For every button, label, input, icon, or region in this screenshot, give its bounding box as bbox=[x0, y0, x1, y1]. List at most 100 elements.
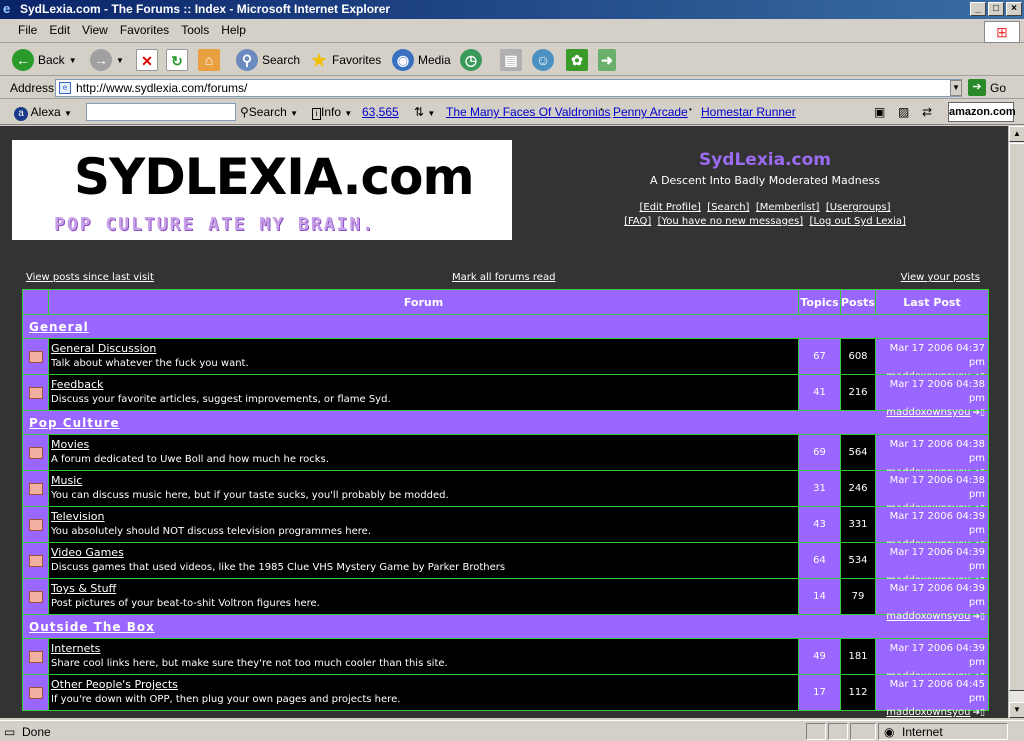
forum-row: Movies A forum dedicated to Uwe Boll and … bbox=[23, 434, 988, 478]
view-latest-post-icon[interactable]: ➔▯ bbox=[973, 706, 986, 718]
scroll-thumb[interactable] bbox=[1009, 143, 1024, 691]
forum-row: Feedback Discuss your favorite articles, … bbox=[23, 374, 988, 418]
folder-icon bbox=[28, 350, 43, 363]
link-penny-arcade[interactable]: Penny Arcade bbox=[613, 105, 688, 119]
view-latest-post-icon[interactable]: ➔▯ bbox=[973, 406, 986, 420]
messenger-button[interactable]: ☺ bbox=[532, 48, 554, 72]
address-dropdown-icon[interactable]: ▼ bbox=[950, 80, 962, 96]
view-posts-since-last-visit-link[interactable]: View posts since last visit bbox=[26, 272, 154, 283]
site-name: SydLexia.com bbox=[698, 150, 832, 170]
messages-link[interactable]: [You have no new messages] bbox=[658, 216, 804, 227]
last-post-user-link[interactable]: maddoxownsyou bbox=[886, 707, 970, 718]
refresh-button[interactable]: ↻ bbox=[166, 48, 188, 72]
last-post-user-link[interactable]: maddoxownsyou bbox=[886, 611, 970, 622]
category-link[interactable]: General bbox=[29, 320, 89, 334]
forum-title-link[interactable]: Feedback bbox=[51, 378, 103, 391]
view-your-posts-link[interactable]: View your posts bbox=[901, 272, 980, 283]
address-input[interactable]: e http://www.sydlexia.com/forums/ bbox=[55, 79, 962, 97]
forum-topics-count: 41 bbox=[799, 375, 841, 410]
back-button[interactable]: ← Back ▼ bbox=[12, 48, 77, 72]
search-link[interactable]: [Search] bbox=[707, 202, 749, 213]
tool-icon: ➜ bbox=[598, 49, 616, 71]
icq-button[interactable]: ✿ bbox=[566, 48, 588, 72]
header-forum: Forum bbox=[49, 290, 799, 314]
link-valdronius[interactable]: The Many Faces Of Valdronius bbox=[446, 105, 611, 119]
last-post-date: Mar 17 2006 04:38 pm bbox=[889, 379, 985, 404]
link-homestar-runner[interactable]: Homestar Runner bbox=[701, 105, 796, 119]
history-button[interactable]: ◷ bbox=[460, 48, 482, 72]
print-button[interactable]: ▤ bbox=[500, 48, 522, 72]
forum-title-link[interactable]: General Discussion bbox=[51, 342, 156, 355]
folder-icon bbox=[28, 590, 43, 603]
site-logo[interactable]: SYDLEXIA.com POP CULTURE ATE MY BRAIN. bbox=[12, 140, 512, 240]
forum-title-link[interactable]: Television bbox=[51, 510, 105, 523]
forum-row: General Discussion Talk about whatever th… bbox=[23, 338, 988, 382]
close-button[interactable]: × bbox=[1006, 2, 1022, 16]
back-dropdown-icon: ▼ bbox=[68, 55, 77, 65]
forum-title-link[interactable]: Video Games bbox=[51, 546, 124, 559]
ie-icon: e bbox=[3, 1, 11, 16]
related-links-icon[interactable]: ⇅ ▼ bbox=[414, 105, 435, 119]
home-button[interactable]: ⌂ bbox=[198, 48, 220, 72]
traffic-rank-link[interactable]: 63,565 bbox=[362, 105, 399, 119]
menu-help[interactable]: Help bbox=[215, 20, 252, 37]
vertical-scrollbar[interactable]: ▲ ▼ bbox=[1008, 126, 1024, 718]
alexa-info-button[interactable]: i Info ▼ bbox=[312, 105, 352, 120]
folder-icon bbox=[28, 554, 43, 567]
address-bar: Address e http://www.sydlexia.com/forums… bbox=[0, 77, 1024, 99]
alexa-search-button[interactable]: ⚲Search ▼ bbox=[240, 105, 298, 119]
minimize-button[interactable]: _ bbox=[970, 2, 986, 16]
home-icon: ⌂ bbox=[198, 49, 220, 71]
stop-button[interactable]: ✕ bbox=[136, 48, 158, 72]
forum-title-link[interactable]: Other People's Projects bbox=[51, 678, 178, 691]
forum-posts-count: 181 bbox=[841, 639, 876, 674]
menu-favorites[interactable]: Favorites bbox=[114, 20, 175, 37]
maximize-button[interactable]: □ bbox=[988, 2, 1004, 16]
media-button[interactable]: ◉ Media bbox=[392, 48, 451, 72]
last-post-user-link[interactable]: maddoxownsyou bbox=[886, 407, 970, 418]
menu-edit[interactable]: Edit bbox=[43, 20, 76, 37]
scroll-up-icon[interactable]: ▲ bbox=[1009, 126, 1024, 142]
category-row: Outside The Box bbox=[23, 614, 988, 638]
faq-link[interactable]: [FAQ] bbox=[624, 216, 651, 227]
menu-tools[interactable]: Tools bbox=[175, 20, 215, 37]
alexa-button[interactable]: a Alexa ▼ bbox=[14, 105, 72, 121]
menu-view[interactable]: View bbox=[76, 20, 114, 37]
mark-all-read-link[interactable]: Mark all forums read bbox=[452, 272, 555, 283]
internet-zone-icon: ◉ bbox=[884, 725, 895, 739]
view-latest-post-icon[interactable]: ➔▯ bbox=[973, 610, 986, 624]
usergroups-link[interactable]: [Usergroups] bbox=[826, 202, 891, 213]
extra-tool-button[interactable]: ➜ bbox=[598, 48, 616, 72]
alexa-search-input[interactable] bbox=[86, 103, 236, 121]
alexa-tool-icon-3[interactable]: ⇄ bbox=[922, 105, 932, 119]
edit-profile-link[interactable]: [Edit Profile] bbox=[639, 202, 700, 213]
category-row: Pop Culture bbox=[23, 410, 988, 434]
search-button[interactable]: ⚲ Search bbox=[236, 48, 300, 72]
forward-button[interactable]: → ▼ bbox=[90, 48, 124, 72]
menu-file[interactable]: File bbox=[12, 20, 43, 37]
category-link[interactable]: Pop Culture bbox=[29, 416, 120, 430]
alexa-tool-icon-1[interactable]: ▣ bbox=[874, 105, 885, 119]
forum-description: Discuss games that used videos, like the… bbox=[51, 562, 506, 573]
forum-title-link[interactable]: Movies bbox=[51, 438, 89, 451]
alexa-toolbar: a Alexa ▼ ⚲Search ▼ i Info ▼ 63,565 ⇅ ▼ T… bbox=[0, 100, 1024, 125]
alexa-tool-icon-2[interactable]: ▨ bbox=[898, 105, 909, 119]
forward-arrow-icon: → bbox=[90, 49, 112, 71]
forum-topics-count: 69 bbox=[799, 435, 841, 470]
logo-tagline: POP CULTURE ATE MY BRAIN. bbox=[54, 214, 375, 235]
amazon-button[interactable]: amazon.com bbox=[948, 102, 1016, 122]
menu-bar: File Edit View Favorites Tools Help bbox=[0, 20, 1024, 43]
address-label: Address bbox=[10, 81, 55, 95]
last-post-date: Mar 17 2006 04:45 pm bbox=[889, 679, 985, 704]
logout-link[interactable]: [Log out Syd Lexia] bbox=[810, 216, 906, 227]
forum-title-link[interactable]: Music bbox=[51, 474, 82, 487]
info-icon: i bbox=[312, 108, 321, 120]
scroll-down-icon[interactable]: ▼ bbox=[1009, 702, 1024, 718]
forum-title-link[interactable]: Internets bbox=[51, 642, 100, 655]
forum-title-link[interactable]: Toys & Stuff bbox=[51, 582, 116, 595]
go-arrow-icon: ➔ bbox=[968, 79, 986, 96]
favorites-button[interactable]: ★ Favorites bbox=[310, 48, 381, 72]
go-button[interactable]: ➔ Go bbox=[968, 79, 1006, 96]
memberlist-link[interactable]: [Memberlist] bbox=[756, 202, 820, 213]
category-link[interactable]: Outside The Box bbox=[29, 620, 155, 634]
